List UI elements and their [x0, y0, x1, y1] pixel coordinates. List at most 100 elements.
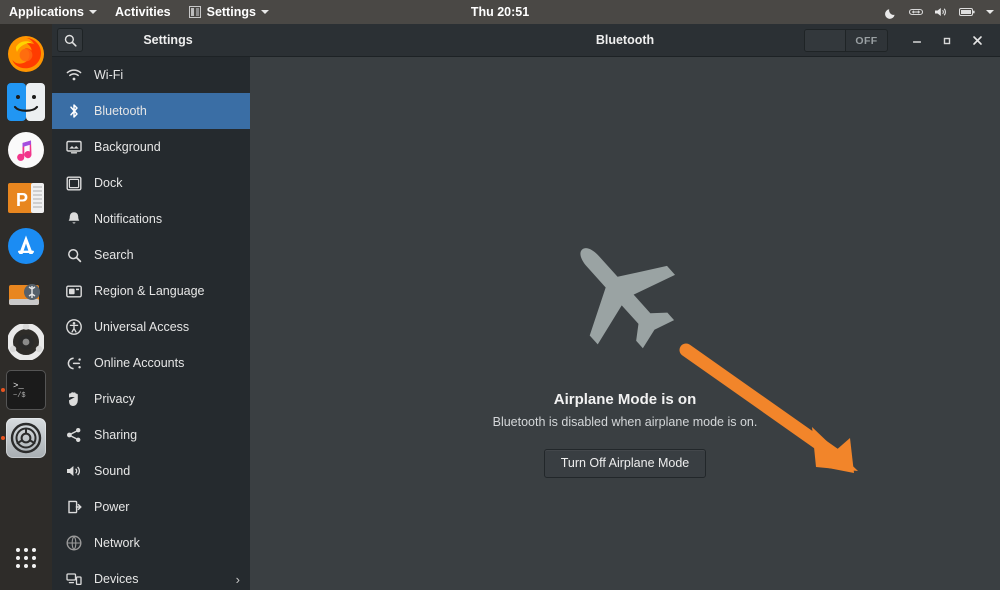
dock-item-powerpoint[interactable]: P — [0, 174, 52, 222]
dock-item-music[interactable] — [0, 126, 52, 174]
sidebar-item-devices[interactable]: Devices › — [52, 561, 250, 590]
sidebar-item-dock[interactable]: Dock — [52, 165, 250, 201]
chevron-down-icon — [260, 10, 269, 14]
volume-icon — [934, 6, 948, 18]
disk-utility-icon — [6, 274, 46, 314]
airplane-icon — [580, 248, 676, 349]
sidebar-item-sharing[interactable]: Sharing — [52, 417, 250, 453]
sidebar-item-notifications[interactable]: Notifications — [52, 201, 250, 237]
settings-window: Settings Bluetooth OFF Wi-Fi Bluetooth B… — [52, 24, 1000, 590]
topbar-applications-menu[interactable]: Applications — [0, 0, 106, 24]
settings-app-icon — [189, 6, 202, 19]
sidebar-item-label: Network — [94, 536, 140, 550]
universal-access-icon — [66, 319, 82, 335]
firefox-icon — [6, 34, 46, 74]
show-applications-button[interactable] — [0, 536, 52, 580]
top-bar: Applications Activities Settings Thu 20:… — [0, 0, 1000, 24]
sharing-icon — [66, 427, 82, 443]
sidebar-item-background[interactable]: Background — [52, 129, 250, 165]
topbar-status-area[interactable] — [885, 0, 994, 24]
sidebar-item-label: Dock — [94, 176, 123, 190]
close-icon — [972, 36, 982, 45]
search-icon — [66, 247, 82, 263]
bluetooth-panel: Airplane Mode is on Bluetooth is disable… — [250, 57, 1000, 590]
sidebar-item-label: Sound — [94, 464, 131, 478]
running-indicator-dot — [1, 436, 5, 440]
dock-item-terminal[interactable]: >_ ~/$ — [0, 366, 52, 414]
sidebar-item-label: Background — [94, 140, 161, 154]
bell-icon — [66, 211, 82, 227]
night-light-moon-icon — [885, 6, 898, 19]
dock-item-ubuntu-software[interactable] — [0, 318, 52, 366]
search-icon — [64, 34, 77, 47]
dock-item-firefox[interactable] — [0, 30, 52, 78]
sidebar-item-label: Power — [94, 500, 130, 514]
status-subtitle: Bluetooth is disabled when airplane mode… — [492, 415, 758, 429]
sidebar-item-sound[interactable]: Sound — [52, 453, 250, 489]
turn-off-airplane-mode-button[interactable]: Turn Off Airplane Mode — [543, 449, 707, 478]
terminal-icon: >_ ~/$ — [6, 370, 46, 410]
chevron-right-icon: › — [235, 571, 240, 587]
chevron-down-icon[interactable] — [986, 10, 994, 14]
ubuntu-software-icon — [6, 322, 46, 362]
bluetooth-icon — [66, 103, 82, 119]
background-icon — [66, 139, 82, 155]
toggle-knob — [805, 30, 846, 51]
battery-icon — [959, 7, 975, 17]
sidebar-item-bluetooth[interactable]: Bluetooth — [52, 93, 250, 129]
apps-grid-icon — [16, 548, 36, 568]
header-actions: OFF — [804, 24, 992, 57]
topbar-settings-menu[interactable]: Settings — [180, 0, 278, 24]
sidebar-item-label: Devices — [94, 572, 139, 586]
dock-item-settings[interactable] — [0, 414, 52, 462]
music-icon — [6, 130, 46, 170]
chevron-down-icon — [89, 10, 98, 14]
dock-item-app-store[interactable] — [0, 222, 52, 270]
sidebar-item-network[interactable]: Network — [52, 525, 250, 561]
settings-label: Settings — [206, 5, 256, 19]
app-store-icon — [6, 226, 46, 266]
sidebar-item-label: Notifications — [94, 212, 163, 226]
sound-icon — [66, 463, 82, 479]
content-header: Bluetooth OFF — [250, 24, 1000, 57]
online-accounts-icon — [66, 355, 82, 371]
privacy-hand-icon — [66, 391, 82, 407]
topbar-activities-button[interactable]: Activities — [106, 0, 180, 24]
sidebar-header: Settings — [52, 24, 250, 57]
sidebar-item-wi-fi[interactable]: Wi-Fi — [52, 57, 250, 93]
toggle-state-label: OFF — [855, 34, 878, 47]
sidebar-item-label: Online Accounts — [94, 356, 185, 370]
sidebar-item-universal-access[interactable]: Universal Access — [52, 309, 250, 345]
airplane-illustration — [550, 227, 700, 367]
close-button[interactable] — [962, 24, 992, 57]
sidebar-title: Settings — [143, 33, 193, 47]
window-body: Wi-Fi Bluetooth Background Dock Notifica… — [52, 57, 1000, 590]
maximize-button[interactable] — [932, 24, 962, 57]
sidebar-item-label: Sharing — [94, 428, 138, 442]
sidebar-item-label: Wi-Fi — [94, 68, 124, 82]
powerpoint-icon: P — [6, 178, 46, 218]
search-button[interactable] — [57, 28, 83, 52]
wifi-icon — [66, 67, 82, 83]
sidebar-item-power[interactable]: Power — [52, 489, 250, 525]
dock-item-disk-utility[interactable] — [0, 270, 52, 318]
network-wired-icon — [909, 6, 923, 18]
sidebar-item-label: Region & Language — [94, 284, 205, 298]
settings-gear-icon — [6, 418, 46, 458]
window-titlebar: Settings Bluetooth OFF — [52, 24, 1000, 57]
sidebar-item-privacy[interactable]: Privacy — [52, 381, 250, 417]
devices-icon — [66, 571, 82, 587]
sidebar-item-region-language[interactable]: Region & Language — [52, 273, 250, 309]
minimize-icon — [913, 40, 921, 43]
dock-icon — [66, 175, 82, 191]
svg-text:P: P — [16, 190, 28, 210]
sidebar-item-label: Privacy — [94, 392, 135, 406]
annotation-arrow-icon — [679, 343, 858, 473]
bluetooth-toggle[interactable]: OFF — [804, 29, 888, 52]
dock-item-finder[interactable] — [0, 78, 52, 126]
minimize-button[interactable] — [902, 24, 932, 57]
sidebar-item-label: Universal Access — [94, 320, 190, 334]
finder-icon — [6, 82, 46, 122]
sidebar-item-search[interactable]: Search — [52, 237, 250, 273]
sidebar-item-online-accounts[interactable]: Online Accounts — [52, 345, 250, 381]
